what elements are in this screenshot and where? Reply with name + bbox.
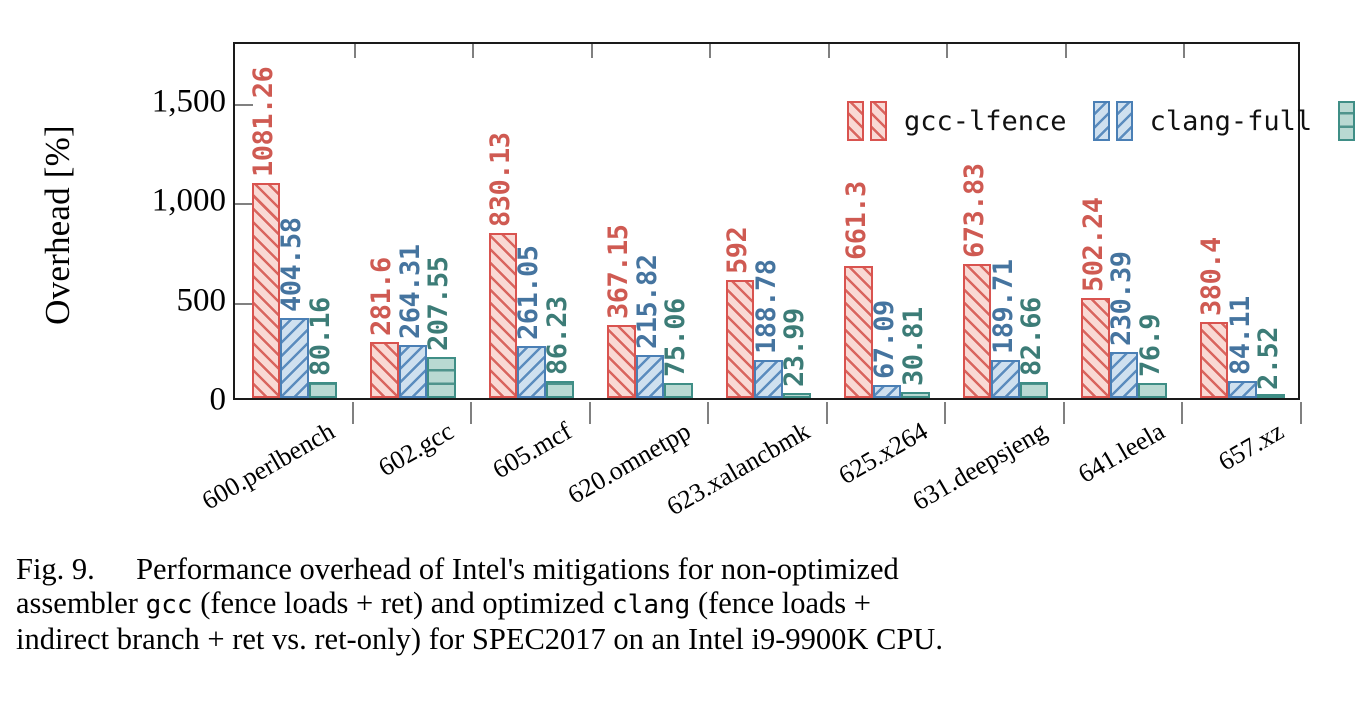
y-tick-label: 1,000 [151, 182, 226, 219]
caption-code-clang: clang [612, 590, 691, 620]
legend-item: clang-full [1092, 101, 1313, 141]
caption-code-gcc: gcc [145, 590, 193, 620]
bar [664, 383, 693, 398]
bar-value-label: 188.78 [750, 259, 782, 355]
bar [1019, 381, 1049, 398]
bar-value-label: 80.16 [304, 297, 336, 377]
legend-swatch-icon [1092, 101, 1110, 141]
bar-value-label: 367.15 [603, 224, 635, 319]
caption-line-2-post: (fence loads + [690, 586, 871, 620]
bar [872, 384, 902, 398]
x-tick-mark-top [1064, 44, 1067, 58]
bar [901, 391, 930, 398]
legend-label: gcc-lfence [904, 105, 1067, 137]
legend-swatch-icon [870, 101, 887, 141]
legend-swatch-icon [1115, 101, 1133, 141]
legend-swatch-group [847, 101, 893, 141]
x-tick-mark-top [353, 44, 356, 58]
bar-value-label: 1081.26 [247, 66, 279, 177]
legend-label: clang-full [1149, 105, 1313, 137]
caption-line-1-text: Performance overhead of Intel's mitigati… [136, 552, 899, 586]
bar-value-label: 189.71 [987, 259, 1019, 355]
bar-value-label: 281.6 [366, 257, 398, 336]
bar [427, 356, 456, 398]
bar-value-label: 264.31 [394, 244, 426, 340]
plot-inner: 1081.26 404.58 80.16 281.6 264.31 207.55 830.1… [235, 44, 1298, 398]
bar-value-label: 30.81 [897, 307, 929, 386]
bar-value-label: 230.39 [1106, 251, 1138, 347]
legend-item: gcc-lfence [847, 101, 1067, 141]
y-tick-mark [235, 203, 253, 206]
chart-legend: gcc-lfence clang-full clang-ret [847, 100, 1360, 142]
bar-value-label: 76.9 [1134, 313, 1166, 377]
bar-value-label: 2.52 [1253, 326, 1285, 390]
bar-value-label: 673.83 [959, 163, 991, 258]
x-tick-mark-top [709, 44, 712, 58]
bar [725, 280, 755, 398]
caption-line-1: Fig. 9. Performance overhead of Intel's … [16, 552, 1348, 586]
bar-value-label: 84.11 [1224, 296, 1256, 376]
caption-line-3: indirect branch + ret vs. ret-only) for … [16, 622, 943, 656]
bar-value-label: 261.05 [513, 245, 545, 341]
y-tick-label: 1,500 [151, 83, 226, 120]
caption-line-2: assembler gcc (fence loads + ret) and op… [16, 586, 1348, 622]
legend-swatch-group [1338, 101, 1360, 141]
bar-value-label: 82.66 [1016, 296, 1048, 376]
chart-figure: Overhead [%] 0 500 1,000 1,500 1081.26 404.5… [0, 0, 1360, 540]
bar [545, 380, 575, 398]
caption-line-2-mid: (fence loads + ret) and optimized [192, 586, 613, 620]
x-tick-mark-top [827, 44, 830, 58]
bar-value-label: 830.13 [484, 132, 516, 227]
bar-value-label: 86.23 [541, 296, 573, 375]
bar [1138, 382, 1167, 398]
figure-root: Overhead [%] 0 500 1,000 1,500 1081.26 404.5… [0, 0, 1360, 720]
y-tick-label: 500 [176, 282, 227, 319]
bar [398, 345, 428, 398]
bar-value-label: 215.82 [631, 254, 663, 350]
legend-swatch-group [1092, 101, 1139, 141]
bar-value-label: 592 [722, 226, 753, 275]
bar-value-label: 23.99 [779, 308, 810, 388]
caption-figure-number: Fig. 9. [16, 552, 95, 586]
bar-value-label: 75.06 [660, 298, 692, 378]
legend-swatch-icon [1338, 101, 1356, 141]
bar-value-label: 380.4 [1196, 237, 1228, 317]
plot-area: 1081.26 404.58 80.16 281.6 264.31 207.55 830.1… [233, 42, 1356, 400]
bar [370, 342, 399, 398]
x-tick-mark-top [590, 44, 593, 58]
bar-value-label: 207.55 [423, 256, 455, 351]
bar [308, 382, 338, 398]
caption-line-2-pre: assembler [16, 586, 146, 620]
legend-item: clang-ret [1338, 101, 1360, 141]
bar [782, 393, 812, 398]
legend-swatch-icon [847, 101, 864, 141]
x-axis-tick-labels: 600.perlbench 602.gcc 605.mcf 620.omnetpp 62… [0, 404, 1360, 524]
bar-value-label: 404.58 [276, 217, 308, 312]
bar [1256, 394, 1286, 398]
y-tick-mark [235, 302, 253, 305]
figure-caption: Fig. 9. Performance overhead of Intel's … [16, 552, 1348, 656]
bar-value-label: 661.3 [840, 181, 872, 261]
x-tick-mark-top [946, 44, 949, 58]
bar-value-label: 67.09 [869, 299, 901, 379]
bar-value-label: 502.24 [1077, 197, 1109, 293]
x-tick-mark-top [472, 44, 475, 58]
x-tick-mark-top [1183, 44, 1186, 58]
